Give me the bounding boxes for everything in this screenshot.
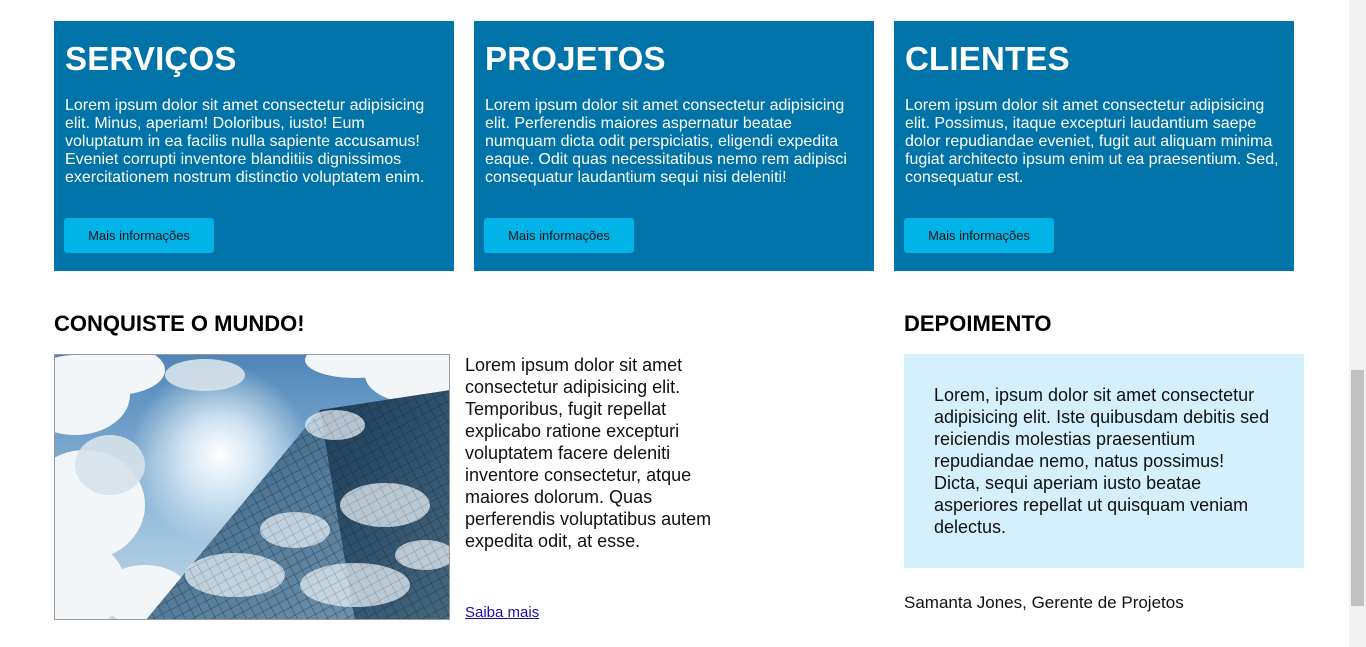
vertical-scrollbar[interactable]: [1349, 0, 1366, 647]
more-info-button[interactable]: Mais informações: [484, 218, 634, 253]
learn-more-link[interactable]: Saiba mais: [465, 604, 539, 621]
more-info-button[interactable]: Mais informações: [904, 218, 1054, 253]
conquer-title: CONQUISTE O MUNDO!: [54, 311, 305, 336]
card-text: Lorem ipsum dolor sit amet consectetur a…: [905, 97, 1279, 186]
card-projetos: PROJETOS Lorem ipsum dolor sit amet cons…: [474, 21, 874, 271]
conquer-text: Lorem ipsum dolor sit amet consectetur a…: [465, 355, 712, 551]
card-clientes: CLIENTES Lorem ipsum dolor sit amet cons…: [894, 21, 1294, 271]
testimonial-title: DEPOIMENTO: [904, 311, 1052, 336]
scrollbar-thumb[interactable]: [1351, 370, 1364, 606]
card-title: CLIENTES: [905, 40, 1070, 77]
testimonial-quote-box: Lorem, ipsum dolor sit amet consectetur …: [904, 354, 1304, 568]
building-photo: [54, 354, 450, 620]
card-title: PROJETOS: [485, 40, 666, 77]
card-text: Lorem ipsum dolor sit amet consectetur a…: [485, 97, 847, 186]
testimonial-author: Samanta Jones, Gerente de Projetos: [904, 593, 1184, 612]
testimonial-quote: Lorem, ipsum dolor sit amet consectetur …: [934, 385, 1270, 537]
card-servicos: SERVIÇOS Lorem ipsum dolor sit amet cons…: [54, 21, 454, 271]
more-info-button[interactable]: Mais informações: [64, 218, 214, 253]
feature-cards: SERVIÇOS Lorem ipsum dolor sit amet cons…: [54, 21, 1294, 271]
card-text: Lorem ipsum dolor sit amet consectetur a…: [65, 97, 425, 186]
card-title: SERVIÇOS: [65, 40, 237, 77]
